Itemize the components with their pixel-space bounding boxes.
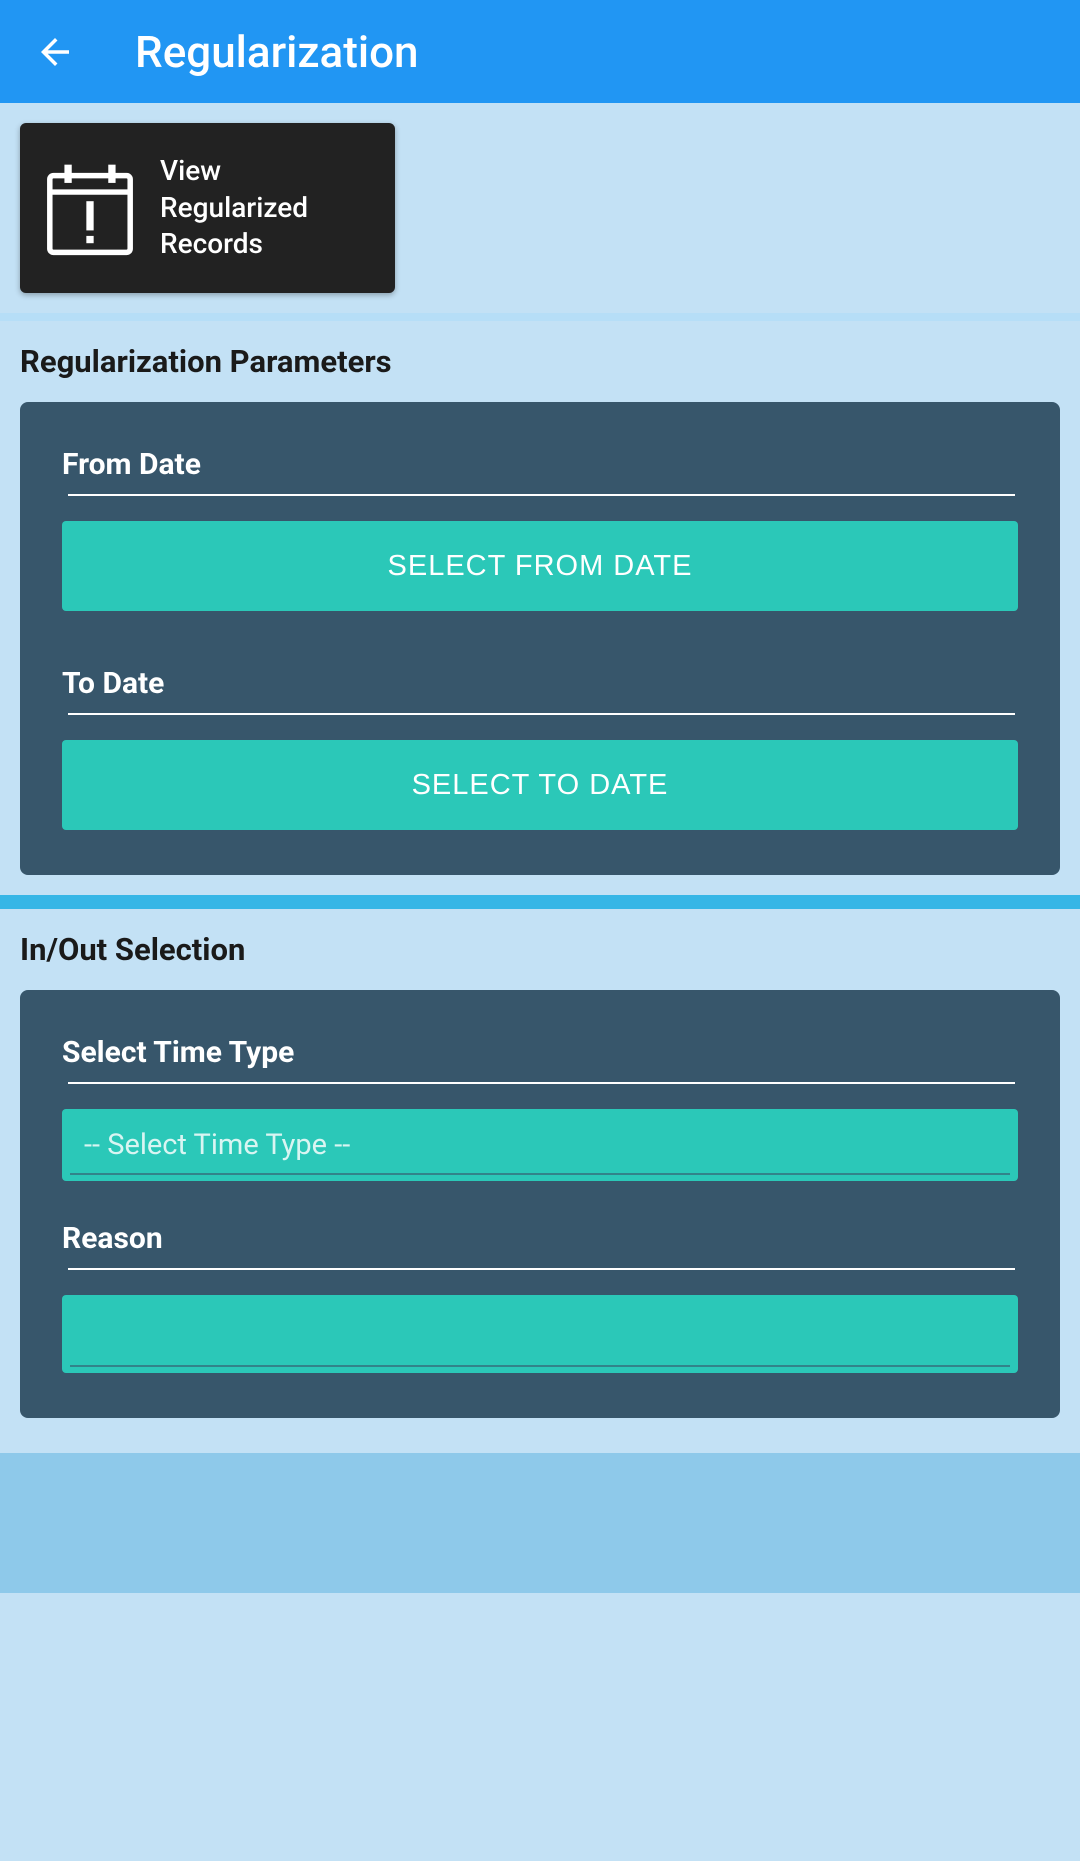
select-from-date-button[interactable]: SELECT FROM DATE: [62, 521, 1018, 611]
bottom-spacer: [0, 1453, 1080, 1593]
from-date-underline: [68, 494, 1015, 496]
divider-teal: [0, 895, 1080, 909]
select-inner-underline: [70, 1173, 1010, 1175]
to-date-label: To Date: [62, 666, 1018, 701]
reason-underline: [68, 1268, 1015, 1270]
in-out-selection-panel: Select Time Type -- Select Time Type -- …: [20, 990, 1060, 1418]
reason-input[interactable]: [62, 1295, 1018, 1373]
page-title: Regularization: [135, 26, 419, 78]
view-regularized-records-label: View Regularized Records: [160, 153, 370, 262]
select-to-date-button[interactable]: SELECT TO DATE: [62, 740, 1018, 830]
time-type-placeholder: -- Select Time Type --: [84, 1128, 350, 1162]
time-type-underline: [68, 1082, 1015, 1084]
time-type-select[interactable]: -- Select Time Type --: [62, 1109, 1018, 1181]
in-out-selection-heading: In/Out Selection: [0, 909, 1080, 990]
regularization-parameters-heading: Regularization Parameters: [0, 321, 1080, 402]
reason-inner-underline: [70, 1365, 1010, 1367]
divider: [0, 313, 1080, 321]
to-date-underline: [68, 713, 1015, 715]
app-bar: Regularization: [0, 0, 1080, 103]
regularization-parameters-panel: From Date SELECT FROM DATE To Date SELEC…: [20, 402, 1060, 875]
top-card-area: View Regularized Records: [0, 103, 1080, 313]
back-arrow-icon[interactable]: [30, 27, 80, 77]
view-regularized-records-card[interactable]: View Regularized Records: [20, 123, 395, 293]
calendar-alert-icon: [45, 161, 135, 256]
reason-label: Reason: [62, 1221, 1018, 1256]
select-time-type-label: Select Time Type: [62, 1035, 1018, 1070]
from-date-label: From Date: [62, 447, 1018, 482]
